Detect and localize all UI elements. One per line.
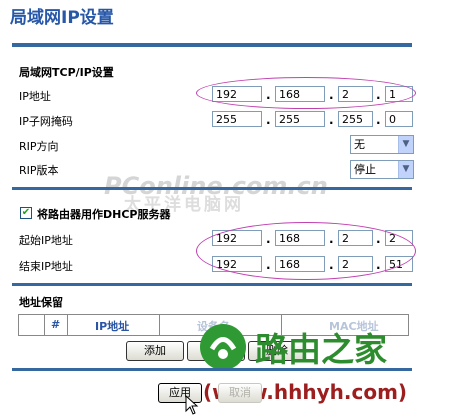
rip-direction-value: 无 [354,138,365,151]
mask-dot: . [376,113,381,127]
table-header-ip: IP地址 [95,320,130,333]
mask-dot: . [266,113,271,127]
brand-logo-icon [198,322,248,372]
add-button[interactable]: 添加 [126,341,184,361]
header-divider [12,43,412,47]
cancel-button[interactable]: 取消 [218,383,262,403]
footer-divider [12,368,412,371]
tcpip-section-title: 局域网TCP/IP设置 [19,66,114,79]
mask-octet-1-input[interactable]: 255 [212,111,262,127]
mask-octet-2-input[interactable]: 255 [275,111,325,127]
mask-dot: . [329,113,334,127]
subnet-mask-label: IP子网掩码 [19,115,73,128]
start-ip-label: 起始IP地址 [19,234,73,247]
end-ip-label: 结束IP地址 [19,260,73,273]
ip-address-label: IP地址 [19,90,51,103]
rip-direction-select[interactable]: 无 ▼ [350,135,414,154]
section-divider [12,187,412,190]
mask-octet-4-input[interactable]: 0 [385,111,413,127]
mask-octet-3-input[interactable]: 255 [338,111,373,127]
dhcp-checkbox-label: 将路由器用作DHCP服务器 [37,208,171,221]
reservation-section-title: 地址保留 [19,296,63,309]
brand-watermark-text: 路由之家 [255,330,387,369]
ip-highlight-ellipse [196,77,416,109]
rip-direction-label: RIP方向 [19,140,59,153]
table-header-index: # [51,318,61,331]
section-divider [12,283,412,286]
rip-version-label: RIP版本 [19,164,59,177]
mouse-cursor-icon [185,394,199,415]
chevron-down-icon[interactable]: ▼ [398,161,413,178]
rip-version-value: 停止 [354,163,376,176]
dhcp-checkbox[interactable]: ✔ [20,207,32,219]
chevron-down-icon[interactable]: ▼ [398,136,413,153]
rip-version-select[interactable]: 停止 ▼ [350,160,414,179]
dhcp-range-highlight-ellipse [196,222,416,280]
page-title: 局域网IP设置 [10,8,114,28]
